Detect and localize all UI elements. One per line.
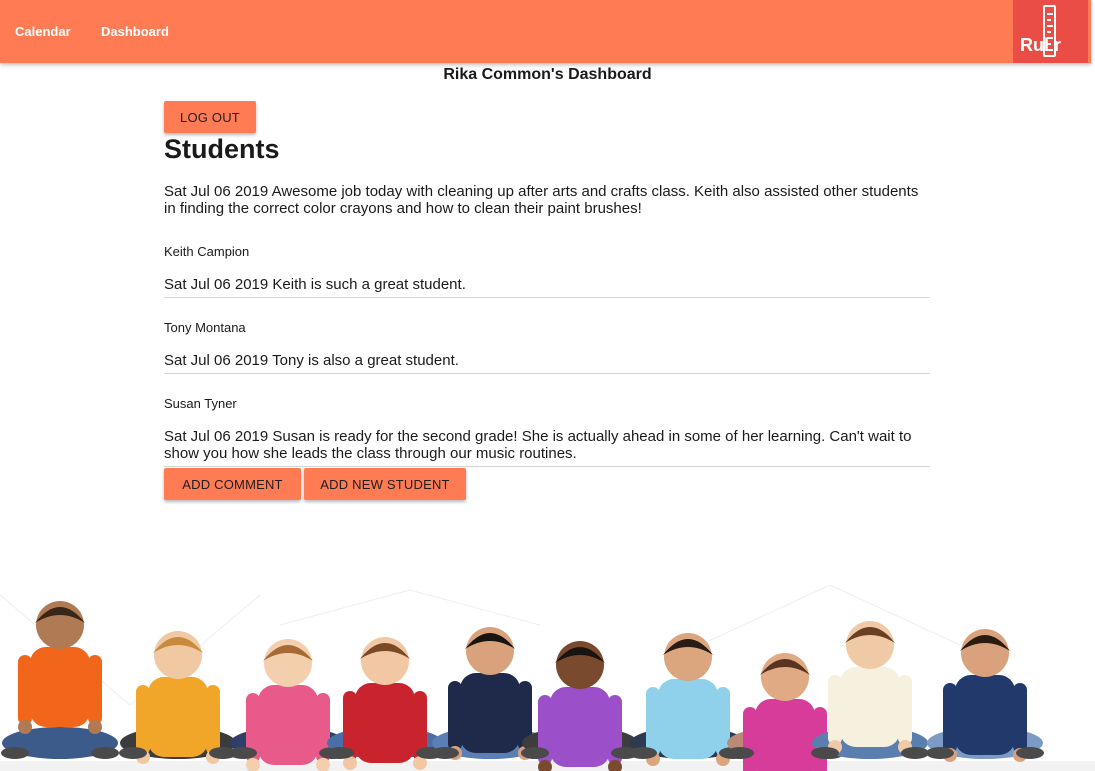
divider [164,373,930,374]
divider [164,297,930,298]
children-illustration [0,585,1095,771]
nav-link-calendar[interactable]: Calendar [15,24,71,39]
ruler-icon [1043,5,1056,57]
add-comment-button[interactable]: ADD COMMENT [164,468,301,500]
student-name: Susan Tyner [164,396,237,411]
divider [164,466,930,467]
ruler-logo[interactable]: Rul r [1013,0,1088,63]
top-navbar: Calendar Dashboard Rul r [0,0,1091,63]
student-comment: Sat Jul 06 2019 Tony is also a great stu… [164,352,459,369]
logout-button[interactable]: LOG OUT [164,101,256,133]
students-heading: Students [164,134,280,164]
add-new-student-button[interactable]: ADD NEW STUDENT [304,468,466,500]
student-comment: Sat Jul 06 2019 Keith is such a great st… [164,276,466,293]
page-title: Rika Common's Dashboard [443,66,652,83]
student-comment: Sat Jul 06 2019 Susan is ready for the s… [164,428,912,462]
student-name: Tony Montana [164,320,246,335]
children-banner-image [0,585,1095,771]
student-name: Keith Campion [164,244,250,259]
nav-link-dashboard[interactable]: Dashboard [101,24,169,39]
general-comment: Sat Jul 06 2019 Awesome job today with c… [164,183,919,217]
